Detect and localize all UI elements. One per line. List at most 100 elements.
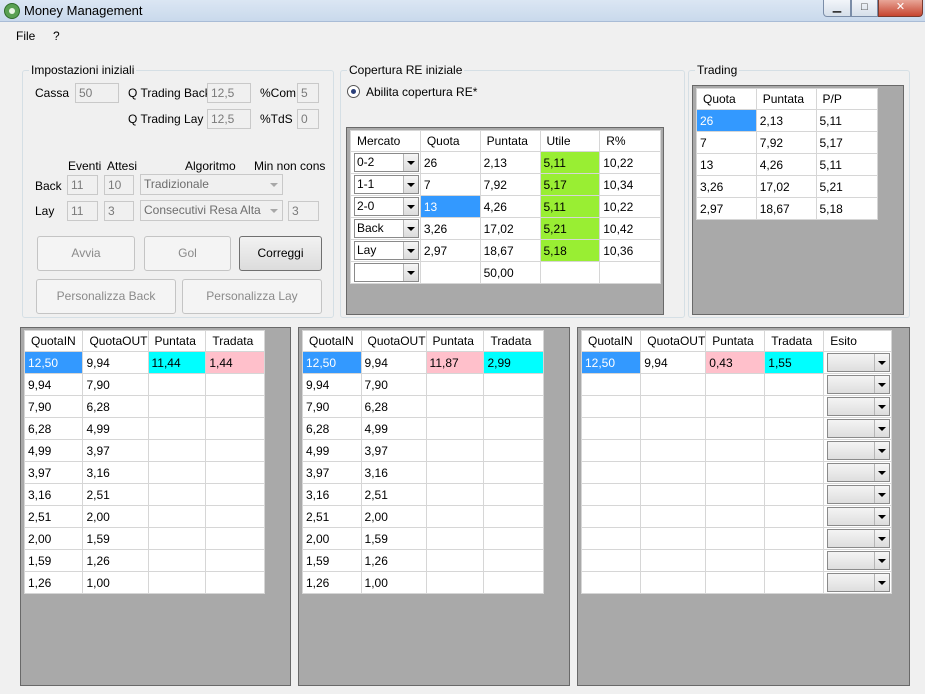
table-cell[interactable] <box>705 439 766 462</box>
table-cell[interactable] <box>705 527 766 550</box>
mercato-cell[interactable]: 2-0 <box>350 195 421 218</box>
table-cell[interactable]: 9,94 <box>23 373 84 396</box>
column-header[interactable]: QuotaIN <box>23 330 84 352</box>
quota-cell[interactable]: 26 <box>419 151 481 174</box>
lay-algoritmo-select[interactable]: Consecutivi Resa Alta <box>140 200 283 221</box>
table-cell[interactable]: 2,51 <box>360 483 427 506</box>
table-cell[interactable] <box>764 373 825 396</box>
utile-cell[interactable]: 5,11 <box>539 151 601 174</box>
table-cell[interactable] <box>764 549 825 572</box>
abilita-copertura-radio[interactable] <box>347 85 360 98</box>
table-cell[interactable] <box>147 439 207 462</box>
correggi-button[interactable]: Correggi <box>239 236 322 271</box>
column-header[interactable]: QuotaIN <box>580 330 642 352</box>
column-header[interactable]: QuotaOUT <box>82 330 149 352</box>
table-cell[interactable] <box>705 373 766 396</box>
r-cell[interactable]: 10,22 <box>599 151 661 174</box>
column-header[interactable]: Tradata <box>483 330 544 352</box>
q-trading-lay-input[interactable]: 12,5 <box>207 109 251 129</box>
com-input[interactable]: 5 <box>297 83 319 103</box>
table-cell[interactable] <box>640 417 707 440</box>
table-cell[interactable] <box>483 373 544 396</box>
chevron-down-icon[interactable] <box>402 198 418 215</box>
personalizza-lay-button[interactable]: Personalizza Lay <box>182 279 322 314</box>
table-cell[interactable]: 5,17 <box>815 131 878 154</box>
table-cell[interactable]: 4,99 <box>302 439 362 462</box>
table-cell[interactable]: 1,59 <box>23 549 84 572</box>
esito-select[interactable] <box>827 419 890 438</box>
column-header[interactable]: Puntata <box>755 88 817 110</box>
table-cell[interactable] <box>147 505 207 528</box>
table-cell[interactable] <box>205 417 265 440</box>
table-cell[interactable]: 3,16 <box>23 483 84 506</box>
table-cell[interactable] <box>205 461 265 484</box>
column-header[interactable]: Utile <box>539 130 601 152</box>
table-cell[interactable] <box>483 571 544 594</box>
esito-cell[interactable] <box>823 571 892 594</box>
table-cell[interactable] <box>205 373 265 396</box>
chevron-down-icon[interactable] <box>402 220 418 237</box>
table-cell[interactable]: 4,99 <box>82 417 149 440</box>
table-cell[interactable] <box>147 417 207 440</box>
table-cell[interactable]: 3,16 <box>302 483 362 506</box>
table-cell[interactable]: 12,50 <box>23 351 84 374</box>
table-cell[interactable] <box>764 395 825 418</box>
table-cell[interactable] <box>483 439 544 462</box>
mercato-cell[interactable]: 1-1 <box>350 173 421 196</box>
esito-select[interactable] <box>827 507 890 526</box>
table-cell[interactable] <box>640 461 707 484</box>
mercato-select[interactable]: 0-2 <box>354 153 419 172</box>
table-cell[interactable] <box>640 483 707 506</box>
table-cell[interactable]: 18,67 <box>755 197 817 220</box>
mercato-select[interactable] <box>354 263 419 282</box>
quota-cell[interactable]: 2,97 <box>419 239 481 262</box>
table-cell[interactable] <box>147 571 207 594</box>
table-cell[interactable]: 2,51 <box>302 505 362 528</box>
table-cell[interactable] <box>640 527 707 550</box>
table-cell[interactable]: 1,59 <box>82 527 149 550</box>
table-cell[interactable] <box>580 373 642 396</box>
column-header[interactable]: QuotaIN <box>302 330 362 352</box>
table-cell[interactable] <box>483 505 544 528</box>
quota-cell[interactable]: 13 <box>419 195 481 218</box>
column-header[interactable]: Puntata <box>425 330 485 352</box>
quota-cell[interactable]: 7 <box>419 173 481 196</box>
lay-attesi-input[interactable]: 3 <box>104 201 134 221</box>
avvia-button[interactable]: Avvia <box>37 236 135 271</box>
mercato-cell[interactable] <box>350 261 421 284</box>
column-header[interactable]: Mercato <box>350 130 421 152</box>
quota-cell[interactable] <box>419 261 481 284</box>
mercato-select[interactable]: Back <box>354 219 419 238</box>
table-cell[interactable] <box>580 527 642 550</box>
table-cell[interactable] <box>205 571 265 594</box>
table-cell[interactable] <box>147 483 207 506</box>
table-cell[interactable] <box>205 527 265 550</box>
table-cell[interactable]: 2,99 <box>483 351 544 374</box>
table-cell[interactable] <box>425 549 485 572</box>
column-header[interactable]: R% <box>599 130 661 152</box>
chevron-down-icon[interactable] <box>874 354 889 371</box>
table-cell[interactable]: 1,26 <box>302 571 362 594</box>
table-cell[interactable] <box>705 483 766 506</box>
chevron-down-icon[interactable] <box>874 530 889 547</box>
table-cell[interactable] <box>483 395 544 418</box>
mercato-select[interactable]: 2-0 <box>354 197 419 216</box>
table-cell[interactable] <box>205 439 265 462</box>
table-cell[interactable] <box>483 461 544 484</box>
table-cell[interactable] <box>147 461 207 484</box>
column-header[interactable]: Esito <box>823 330 892 352</box>
q-trading-back-input[interactable]: 12,5 <box>207 83 251 103</box>
table-cell[interactable] <box>425 395 485 418</box>
table-cell[interactable] <box>483 549 544 572</box>
menu-help[interactable]: ? <box>53 29 60 43</box>
table-cell[interactable]: 5,11 <box>815 153 878 176</box>
table-cell[interactable]: 2,00 <box>82 505 149 528</box>
table-cell[interactable]: 6,28 <box>360 395 427 418</box>
esito-select[interactable] <box>827 485 890 504</box>
table-cell[interactable]: 5,11 <box>815 109 878 132</box>
table-cell[interactable]: 11,44 <box>147 351 207 374</box>
personalizza-back-button[interactable]: Personalizza Back <box>36 279 176 314</box>
mercato-select[interactable]: Lay <box>354 241 419 260</box>
table-cell[interactable] <box>205 395 265 418</box>
r-cell[interactable]: 10,22 <box>599 195 661 218</box>
